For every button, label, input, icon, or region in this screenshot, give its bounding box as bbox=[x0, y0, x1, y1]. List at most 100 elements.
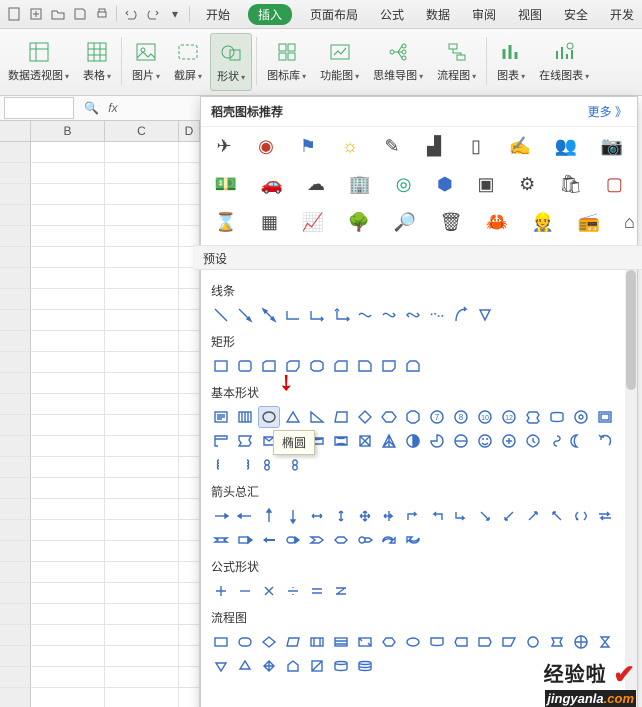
cell[interactable] bbox=[31, 310, 105, 330]
tab-视图[interactable]: 视图 bbox=[514, 4, 546, 25]
basic-shape-10[interactable]: 8 bbox=[451, 407, 471, 427]
cell[interactable] bbox=[105, 646, 179, 666]
flow-shape-5[interactable] bbox=[331, 632, 351, 652]
row-header[interactable] bbox=[0, 583, 31, 603]
tab-审阅[interactable]: 审阅 bbox=[468, 4, 500, 25]
basic-shape-15[interactable] bbox=[571, 407, 591, 427]
flow-shape-17[interactable] bbox=[211, 656, 231, 676]
cell[interactable] bbox=[179, 478, 200, 498]
row-header[interactable] bbox=[0, 688, 31, 707]
row-header[interactable] bbox=[0, 205, 31, 225]
cell[interactable] bbox=[179, 331, 200, 351]
cell[interactable] bbox=[105, 520, 179, 540]
cell[interactable] bbox=[105, 436, 179, 456]
ribbon-pivot-icon[interactable]: 数据透视图▾ bbox=[2, 33, 75, 89]
car-icon[interactable]: 🚗 bbox=[261, 173, 283, 195]
ribbon-onlinechart-icon[interactable]: 在线图表▾ bbox=[533, 33, 595, 89]
ribbon-funcchart-icon[interactable]: 功能图▾ bbox=[314, 33, 365, 89]
save-icon[interactable] bbox=[70, 4, 90, 24]
basic-shape-4[interactable] bbox=[307, 407, 327, 427]
tab-插入[interactable]: 插入 bbox=[248, 4, 292, 25]
cell[interactable] bbox=[31, 667, 105, 687]
tab-安全[interactable]: 安全 bbox=[560, 4, 592, 25]
ribbon-flowchart-icon[interactable]: 流程图▾ bbox=[431, 33, 482, 89]
formula-shape-4[interactable] bbox=[307, 581, 327, 601]
building-icon[interactable]: 🏢 bbox=[349, 173, 371, 195]
formula-shape-2[interactable] bbox=[259, 581, 279, 601]
cell[interactable] bbox=[179, 373, 200, 393]
toolbar-dropdown-icon[interactable]: ▾ bbox=[165, 4, 185, 24]
row-header[interactable] bbox=[0, 394, 31, 414]
arrow-shape-3[interactable] bbox=[283, 506, 303, 526]
cell[interactable] bbox=[31, 457, 105, 477]
row-header[interactable] bbox=[0, 415, 31, 435]
rect-shape-0[interactable] bbox=[211, 356, 231, 376]
rect-shape-4[interactable] bbox=[307, 356, 327, 376]
row-header[interactable] bbox=[0, 142, 31, 162]
cell[interactable] bbox=[31, 646, 105, 666]
scrollbar-thumb[interactable] bbox=[626, 270, 636, 390]
arrow-shape-16[interactable] bbox=[595, 506, 615, 526]
arrow-shape-15[interactable] bbox=[571, 506, 591, 526]
cell[interactable] bbox=[105, 583, 179, 603]
contact-icon[interactable]: ▣ bbox=[477, 173, 494, 195]
arrow-shape-25[interactable] bbox=[403, 530, 423, 550]
line-shape-10[interactable] bbox=[451, 305, 471, 325]
formula-shape-5[interactable] bbox=[331, 581, 351, 601]
line-shape-0[interactable] bbox=[211, 305, 231, 325]
flow-shape-14[interactable] bbox=[547, 632, 567, 652]
arrow-shape-4[interactable] bbox=[307, 506, 327, 526]
hourglass-icon[interactable]: ⌛ bbox=[215, 211, 237, 233]
calendar-icon[interactable]: ▦ bbox=[261, 211, 278, 233]
cell[interactable] bbox=[31, 226, 105, 246]
cell[interactable] bbox=[179, 688, 200, 707]
fx-label[interactable]: fx bbox=[105, 101, 121, 115]
cell[interactable] bbox=[31, 352, 105, 372]
basic-shape-34[interactable] bbox=[211, 455, 231, 475]
arrow-shape-0[interactable] bbox=[211, 506, 231, 526]
cell[interactable] bbox=[31, 394, 105, 414]
tab-开发[interactable]: 开发 bbox=[606, 4, 638, 25]
arrow-shape-13[interactable] bbox=[523, 506, 543, 526]
bulb-icon[interactable]: ☼ bbox=[341, 135, 359, 157]
line-shape-3[interactable] bbox=[283, 305, 303, 325]
cell[interactable] bbox=[179, 520, 200, 540]
flow-shape-7[interactable] bbox=[379, 632, 399, 652]
arrow-shape-5[interactable] bbox=[331, 506, 351, 526]
basic-shape-24[interactable] bbox=[379, 431, 399, 451]
basic-shape-35[interactable] bbox=[235, 455, 255, 475]
cell[interactable] bbox=[31, 289, 105, 309]
basic-shape-13[interactable] bbox=[523, 407, 543, 427]
cell[interactable] bbox=[31, 163, 105, 183]
ribbon-iconlib-icon[interactable]: 图标库▾ bbox=[261, 33, 312, 89]
camera-icon[interactable]: 📷 bbox=[601, 135, 623, 157]
cell[interactable] bbox=[179, 436, 200, 456]
row-header[interactable] bbox=[0, 247, 31, 267]
cell[interactable] bbox=[179, 646, 200, 666]
flow-shape-10[interactable] bbox=[451, 632, 471, 652]
basic-shape-29[interactable] bbox=[499, 431, 519, 451]
cell[interactable] bbox=[31, 688, 105, 707]
basic-shape-3[interactable] bbox=[283, 407, 303, 427]
hex-icon[interactable]: ⬢ bbox=[436, 173, 453, 195]
cell[interactable] bbox=[105, 394, 179, 414]
flow-shape-18[interactable] bbox=[235, 656, 255, 676]
line-shape-6[interactable] bbox=[355, 305, 375, 325]
select-all-corner[interactable] bbox=[0, 121, 31, 141]
gear-icon[interactable]: ⚙ bbox=[519, 173, 536, 195]
basic-shape-26[interactable] bbox=[427, 431, 447, 451]
cell[interactable] bbox=[105, 226, 179, 246]
cell[interactable] bbox=[105, 667, 179, 687]
basic-shape-23[interactable] bbox=[355, 431, 375, 451]
basic-shape-8[interactable] bbox=[403, 407, 423, 427]
radio-icon[interactable]: 📻 bbox=[578, 211, 600, 233]
basic-shape-30[interactable] bbox=[523, 431, 543, 451]
compass-icon[interactable]: ◎ bbox=[395, 173, 412, 195]
scrollbar[interactable] bbox=[625, 270, 637, 707]
podium-icon[interactable]: ▟ bbox=[425, 135, 443, 157]
redo-icon[interactable] bbox=[143, 4, 163, 24]
cell[interactable] bbox=[31, 142, 105, 162]
flow-shape-6[interactable] bbox=[355, 632, 375, 652]
row-header[interactable] bbox=[0, 352, 31, 372]
arrow-shape-10[interactable] bbox=[451, 506, 471, 526]
